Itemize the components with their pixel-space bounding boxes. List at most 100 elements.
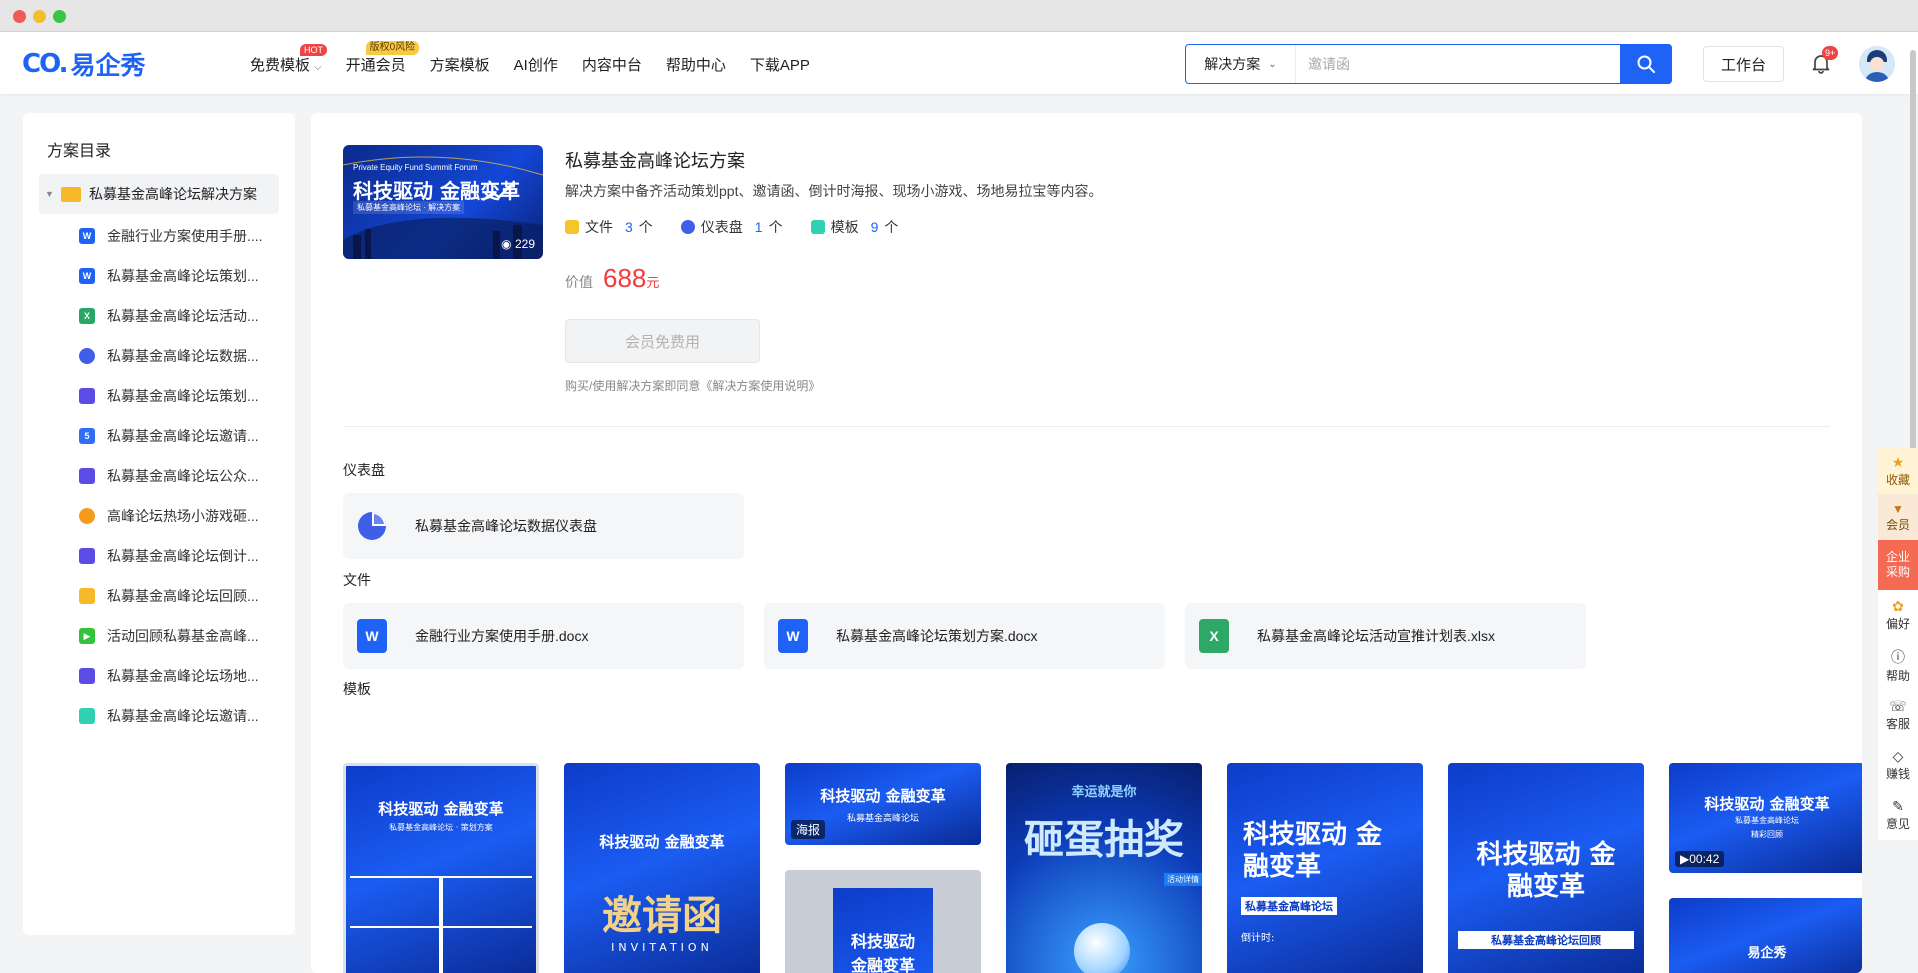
nav-label: 开通会员 — [345, 57, 406, 74]
copyright-badge: 版权0风险 — [365, 41, 420, 55]
page-scrollbar[interactable] — [1910, 50, 1916, 510]
video-duration: ▶00:42 — [1675, 851, 1725, 867]
dashboard-icon — [680, 220, 695, 234]
eye-icon: ◉ — [501, 237, 512, 251]
rail-label: 收藏 — [1885, 473, 1910, 487]
rail-label: 意见 — [1885, 817, 1910, 831]
stat-count: 9 — [870, 219, 879, 235]
member-free-use-button[interactable]: 会员免费用 — [565, 319, 760, 363]
rail-feedback-button[interactable]: ✎ 意见 — [1878, 790, 1918, 840]
stat-count: 3 — [625, 219, 633, 235]
nav-solution-templates[interactable]: 方案模板 — [430, 54, 490, 75]
solution-title: 私募基金高峰论坛方案 — [565, 151, 745, 171]
catalog-item-label: 私募基金高峰论坛策划... — [107, 268, 259, 284]
nav-free-templates[interactable]: 免费模板 ⌵ HOT — [250, 44, 327, 75]
usage-agreement[interactable]: 购买/使用解决方案即同意《解决方案使用说明》 — [565, 377, 820, 394]
divider — [343, 426, 1830, 427]
word-icon: W — [79, 228, 95, 244]
catalog-item-label: 私募基金高峰论坛回顾... — [107, 588, 259, 604]
word-icon: W — [778, 619, 808, 653]
catalog-item[interactable]: 高峰论坛热场小游戏砸... — [79, 496, 279, 536]
service-icon: ☏ — [1889, 698, 1907, 714]
word-icon: W — [79, 268, 95, 284]
close-window-button[interactable] — [13, 10, 26, 23]
catalog-item[interactable]: 私募基金高峰论坛数据... — [79, 336, 279, 376]
duration-text: 00:42 — [1689, 852, 1720, 866]
nav-content-center[interactable]: 内容中台 — [582, 54, 642, 75]
solution-cover[interactable]: Private Equity Fund Summit Forum 科技驱动 金融… — [343, 145, 543, 259]
file-name: 金融行业方案使用手册.docx — [415, 628, 589, 644]
template-card[interactable]: 科技驱动 金融变革 私募基金高峰论坛 倒计时: — [1227, 763, 1423, 973]
video-icon: ▶ — [79, 628, 95, 644]
nav-membership[interactable]: 开通会员 版权0风险 — [345, 41, 420, 75]
template-card[interactable]: 科技驱动 金融变革 邀请函 INVITATION — [564, 763, 760, 973]
template-card[interactable]: 科技驱动 金融变革 私募基金高峰论坛 海报 — [785, 763, 981, 845]
template-title: 科技驱动 金融变革 — [378, 800, 504, 818]
template-card[interactable]: 易企秀 — [1669, 898, 1862, 973]
template-extra: 活动详情 — [1164, 873, 1202, 886]
catalog-root-item[interactable]: ▼ 私募基金高峰论坛解决方案 — [39, 174, 279, 214]
play-icon: ▶ — [1680, 852, 1690, 866]
template-card[interactable]: 科技驱动 金融变革 私募基金高峰论坛 精彩回顾 ▶00:42 — [1669, 763, 1862, 873]
rail-help-button[interactable]: ⓘ 帮助 — [1878, 640, 1918, 690]
nav-help-center[interactable]: 帮助中心 — [666, 54, 726, 75]
solution-detail: Private Equity Fund Summit Forum 科技驱动 金融… — [311, 113, 1862, 973]
template-title: 科技驱动 金融变革 — [1243, 820, 1383, 882]
rail-earn-button[interactable]: ◇ 赚钱 — [1878, 740, 1918, 790]
catalog-item[interactable]: W 金融行业方案使用手册.... — [79, 216, 279, 256]
catalog-item[interactable]: 私募基金高峰论坛邀请... — [79, 696, 279, 736]
catalog-item[interactable]: 5 私募基金高峰论坛邀请... — [79, 416, 279, 456]
nav-ai-creation[interactable]: AI创作 — [514, 54, 558, 75]
catalog-item-label: 高峰论坛热场小游戏砸... — [107, 508, 259, 524]
template-title: 科技驱动 金融变革 — [1704, 795, 1830, 813]
image-icon — [79, 548, 95, 564]
folder-icon — [61, 186, 81, 202]
main-nav: 免费模板 ⌵ HOT 开通会员 版权0风险 方案模板 AI创作 内容中台 帮助中心… — [250, 41, 810, 75]
minimize-window-button[interactable] — [33, 10, 46, 23]
preference-icon: ✿ — [1892, 598, 1904, 614]
site-logo[interactable]: CO. 易企秀 — [22, 48, 146, 80]
file-card[interactable]: W 金融行业方案使用手册.docx — [343, 603, 744, 669]
maximize-window-button[interactable] — [53, 10, 66, 23]
catalog-item[interactable]: W 私募基金高峰论坛策划... — [79, 256, 279, 296]
catalog-item[interactable]: 私募基金高峰论坛策划... — [79, 376, 279, 416]
dashboard-section-title: 仪表盘 — [343, 462, 385, 478]
catalog-item[interactable]: 私募基金高峰论坛场地... — [79, 656, 279, 696]
template-card[interactable]: 科技驱动 金融变革 私募基金高峰论坛 · 策划方案 — [343, 763, 539, 973]
files-section-title: 文件 — [343, 572, 371, 588]
catalog-item[interactable]: X 私募基金高峰论坛活动... — [79, 296, 279, 336]
search-type-select[interactable]: 解决方案 ⌄ — [1186, 45, 1296, 83]
rail-service-button[interactable]: ☏ 客服 — [1878, 690, 1918, 740]
chevron-down-icon: ⌄ — [1268, 58, 1277, 70]
rail-preference-button[interactable]: ✿ 偏好 — [1878, 590, 1918, 640]
template-extra: 精彩回顾 — [1751, 830, 1783, 839]
rail-vip-button[interactable]: ▼ 会员 — [1878, 494, 1918, 540]
file-card[interactable]: X 私募基金高峰论坛活动宣推计划表.xlsx — [1185, 603, 1586, 669]
money-icon: ◇ — [1892, 748, 1904, 764]
catalog-item-label: 私募基金高峰论坛邀请... — [107, 428, 259, 444]
search-button[interactable] — [1620, 44, 1672, 84]
user-avatar[interactable] — [1859, 46, 1895, 82]
catalog-item[interactable]: ▶ 活动回顾私募基金高峰... — [79, 616, 279, 656]
template-subtitle: 邀请函 — [602, 893, 722, 939]
search-type-label: 解决方案 — [1204, 56, 1261, 72]
template-card[interactable]: 科技驱动 金融变革 私募基金高峰论坛回顾 — [1448, 763, 1644, 973]
catalog-item-label: 金融行业方案使用手册.... — [107, 228, 263, 244]
nav-download-app[interactable]: 下载APP — [750, 54, 810, 75]
catalog-item[interactable]: 私募基金高峰论坛回顾... — [79, 576, 279, 616]
template-card[interactable]: 科技驱动 金融变革 — [785, 870, 981, 973]
template-card[interactable]: 幸运就是你 砸蛋抽奖 活动详情 — [1006, 763, 1202, 973]
catalog-item-label: 私募基金高峰论坛公众... — [107, 468, 259, 484]
search-icon — [1637, 55, 1655, 73]
rail-favorite-button[interactable]: ★ 收藏 — [1878, 448, 1918, 494]
dashboard-card[interactable]: 私募基金高峰论坛数据仪表盘 — [343, 493, 744, 559]
rail-enterprise-button[interactable]: 企业采购 — [1878, 540, 1918, 590]
catalog-item[interactable]: 私募基金高峰论坛公众... — [79, 456, 279, 496]
file-card[interactable]: W 私募基金高峰论坛策划方案.docx — [764, 603, 1165, 669]
workbench-button[interactable]: 工作台 — [1703, 46, 1784, 82]
solution-description: 解决方案中备齐活动策划ppt、邀请函、倒计时海报、现场小游戏、场地易拉宝等内容。 — [565, 183, 1103, 199]
window-titlebar — [0, 0, 1918, 32]
search-input[interactable] — [1296, 45, 1671, 83]
catalog-item[interactable]: 私募基金高峰论坛倒计... — [79, 536, 279, 576]
dashboard-icon — [79, 348, 95, 364]
